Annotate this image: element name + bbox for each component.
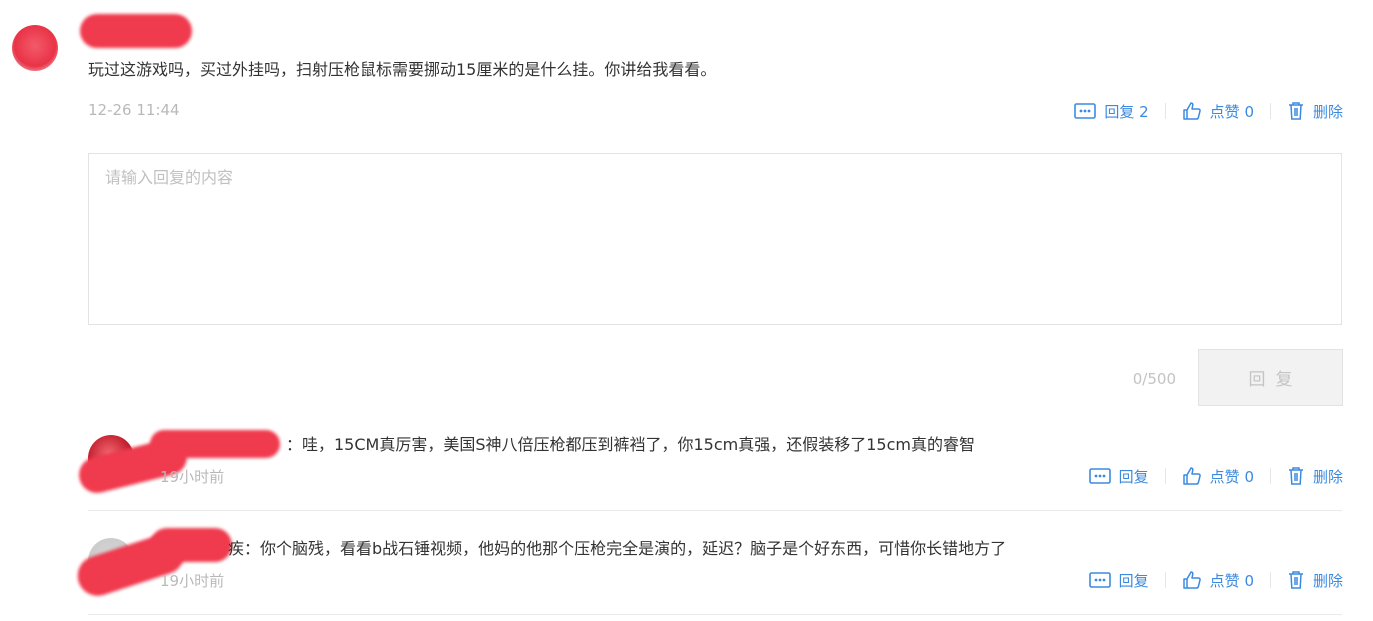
divider <box>1269 468 1271 484</box>
comment-icon <box>1088 468 1111 484</box>
like-label: 点赞 0 <box>1209 467 1254 486</box>
redacted-username <box>80 14 192 48</box>
reply-label: 回复 2 <box>1104 102 1149 121</box>
trash-icon <box>1288 102 1303 120</box>
char-counter: 0/500 <box>1132 370 1176 388</box>
redacted-username <box>150 528 232 562</box>
reply-label: 回复 <box>1118 467 1149 486</box>
divider <box>1269 103 1271 119</box>
thumbs-up-icon <box>1182 467 1201 485</box>
reply-action[interactable]: 回复 2 <box>1074 101 1149 122</box>
trash-icon <box>1288 571 1303 589</box>
comment-time: 12-26 11:44 <box>88 101 180 119</box>
trash-icon <box>1288 467 1303 485</box>
thumbs-up-icon <box>1182 571 1201 589</box>
reply-action[interactable]: 回复 <box>1088 570 1149 591</box>
reply-action[interactable]: 回复 <box>1088 466 1149 487</box>
like-action[interactable]: 点赞 0 <box>1182 466 1254 487</box>
like-action[interactable]: 点赞 0 <box>1182 570 1254 591</box>
comment-icon <box>1088 572 1111 588</box>
delete-action[interactable]: 删除 <box>1287 570 1343 591</box>
reply-label: 回复 <box>1118 571 1149 590</box>
reply-divider <box>88 614 1342 615</box>
delete-action[interactable]: 删除 <box>1287 466 1343 487</box>
redacted-username <box>150 430 280 458</box>
delete-label: 删除 <box>1312 467 1343 486</box>
divider <box>1269 572 1271 588</box>
reply-divider <box>88 510 1342 511</box>
reply-actions: 回复 点赞 0 删除 <box>1088 464 1343 488</box>
reply-text: 疾：你个脑残，看看b战石锤视频，他妈的他那个压枪完全是演的，延迟？脑子是个好东西… <box>228 539 1007 558</box>
like-label: 点赞 0 <box>1209 102 1254 121</box>
delete-label: 删除 <box>1312 102 1343 121</box>
delete-label: 删除 <box>1312 571 1343 590</box>
reply-actions: 回复 点赞 0 删除 <box>1088 568 1343 592</box>
reply-text: ：哇，15CM真厉害，美国S神八倍压枪都压到裤裆了，你15cm真强，还假装移了1… <box>286 435 975 454</box>
thumbs-up-icon <box>1182 102 1201 120</box>
reply-time: 19小时前 <box>160 468 225 486</box>
reply-box <box>88 153 1342 325</box>
divider <box>1164 572 1166 588</box>
like-action[interactable]: 点赞 0 <box>1182 101 1254 122</box>
divider <box>1164 103 1166 119</box>
comment-text: 玩过这游戏吗，买过外挂吗，扫射压枪鼠标需要挪动15厘米的是什么挂。你讲给我看看。 <box>88 60 717 79</box>
avatar[interactable] <box>12 25 58 71</box>
comment-actions: 回复 2 点赞 0 删除 <box>1074 99 1343 123</box>
comment-icon <box>1074 103 1097 119</box>
reply-input[interactable] <box>89 154 1341 324</box>
reply-time: 19小时前 <box>160 572 225 590</box>
delete-action[interactable]: 删除 <box>1287 101 1343 122</box>
divider <box>1164 468 1166 484</box>
like-label: 点赞 0 <box>1209 571 1254 590</box>
reply-submit-button[interactable]: 回复 <box>1198 349 1343 406</box>
